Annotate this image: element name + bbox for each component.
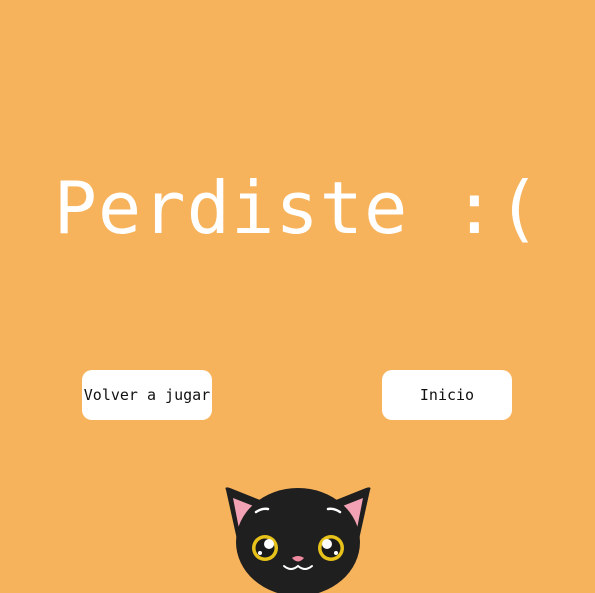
black-cat-icon (225, 487, 371, 593)
play-again-button[interactable]: Volver a jugar (82, 370, 212, 420)
home-button[interactable]: Inicio (382, 370, 512, 420)
game-over-screen: Perdiste :( Volver a jugar Inicio (0, 0, 595, 593)
game-over-title: Perdiste :( (53, 166, 542, 250)
